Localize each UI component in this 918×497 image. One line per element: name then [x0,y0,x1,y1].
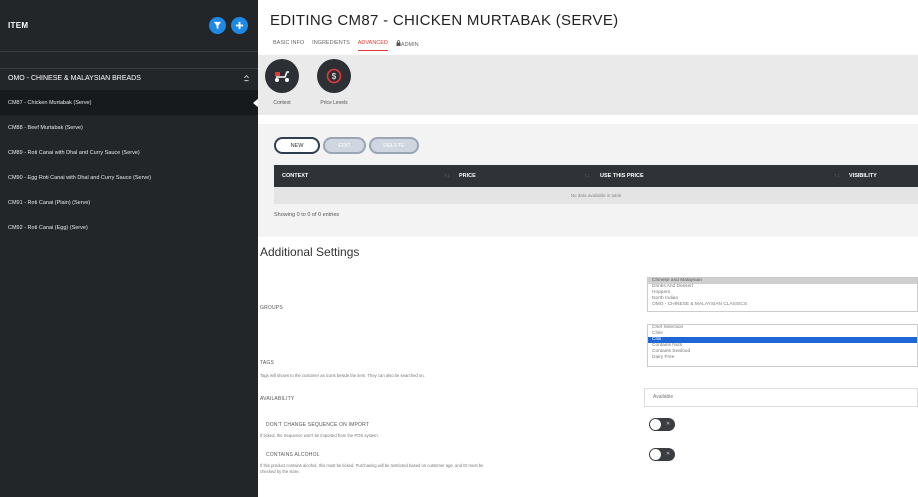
availability-select[interactable]: Available [644,388,918,407]
svg-text:$: $ [332,72,337,81]
context-button-label: Context [273,100,291,106]
sort-icon[interactable]: ↑↓ [584,173,590,179]
delete-button[interactable]: DELETE [369,137,419,154]
column-visibility[interactable]: VISIBILITY [849,173,877,179]
sidebar-group-header[interactable]: OMO - CHINESE & MALAYSIAN BREADS [0,68,258,88]
sidebar-item-label: CM87 - Chicken Murtabak (Serve) [8,99,92,106]
availability-label: AVAILABILITY [260,396,295,402]
sort-icon[interactable]: ↑↓ [444,173,450,179]
context-toolbar [258,55,918,115]
tab-basic-info[interactable]: BASIC INFO [273,40,304,51]
sequence-toggle[interactable]: ✕ [649,418,675,431]
sidebar-item-label: CM91 - Roti Canai (Plain) (Serve) [8,199,91,206]
tab-ingredients[interactable]: INGREDIENTS [312,40,350,51]
plus-icon [235,21,244,30]
sidebar-group-label: OMO - CHINESE & MALAYSIAN BREADS [8,75,141,82]
sidebar-item-cm92[interactable]: CM92 - Roti Canai (Egg) (Serve) [0,215,258,240]
toggle-knob [650,449,661,460]
sidebar-item-cm87[interactable]: CM87 - Chicken Murtabak (Serve) [0,90,259,115]
column-context[interactable]: CONTEXT [282,173,308,179]
scooter-icon [275,71,289,82]
sidebar-item-cm88[interactable]: CM88 - Beef Murtabak (Serve) [0,115,258,140]
price-levels-button[interactable]: $ Price Levels [316,59,352,106]
sidebar-title: ITEM [8,21,29,30]
alcohol-help-1: If this product contains alcohol, this m… [260,463,484,468]
filter-icon [213,21,222,30]
tab-bar: BASIC INFO INGREDIENTS ADVANCED ADMIN [273,40,419,51]
filter-button[interactable] [209,17,226,34]
tab-admin[interactable]: ADMIN [396,40,419,51]
context-button-circle [265,59,299,93]
sort-icon[interactable]: ↑↓ [834,173,840,179]
toggle-off-icon: ✕ [666,451,671,457]
sidebar-item-list: CM87 - Chicken Murtabak (Serve) CM88 - B… [0,90,259,240]
tags-option[interactable]: Dairy Free [648,355,917,361]
context-button[interactable]: Context [264,59,300,106]
sidebar-item-label: CM92 - Roti Canai (Egg) (Serve) [8,224,88,231]
sidebar-item-cm90[interactable]: CM90 - Egg Roti Canai with Dhal and Curr… [0,165,258,190]
sidebar-item-cm89[interactable]: CM89 - Roti Canai with Dhal and Curry Sa… [0,140,258,165]
table-header: CONTEXT ↑↓ PRICE ↑↓ USE THIS PRICE ↑↓ VI… [274,165,918,187]
sequence-label: DON'T CHANGE SEQUENCE ON IMPORT [266,422,370,428]
sequence-help: If ticked, the Sequence won't be importe… [260,433,379,438]
new-button[interactable]: NEW [274,137,320,154]
price-levels-button-circle: $ [317,59,351,93]
toggle-off-icon: ✕ [666,421,671,427]
sidebar: ITEM OMO - CHINESE & MALAYSIAN BREADS CM… [0,0,259,497]
add-item-button[interactable] [231,17,248,34]
groups-select[interactable]: Chinese and Malaysian Drinks And Dessert… [647,277,918,312]
tab-admin-label: ADMIN [400,42,419,48]
tags-help: Tags will shown to the customer as icons… [260,373,425,378]
column-use-this-price[interactable]: USE THIS PRICE [600,173,644,179]
table-info: Showing 0 to 0 of 0 entries [274,212,340,218]
sidebar-item-cm91[interactable]: CM91 - Roti Canai (Plain) (Serve) [0,190,258,215]
alcohol-help-2: checked by the store. [260,469,300,474]
column-price[interactable]: PRICE [459,173,476,179]
tab-advanced[interactable]: ADVANCED [357,40,388,51]
edit-button[interactable]: EDIT [323,137,366,154]
tags-select[interactable]: Chef Selection Chile Chili Contains Nuts… [647,324,918,367]
group-toggle-icon[interactable] [243,75,250,82]
tags-label: TAGS [260,360,275,366]
sidebar-header: ITEM [0,0,258,52]
sidebar-item-label: CM89 - Roti Canai with Dhal and Curry Sa… [8,149,140,156]
additional-settings-title: Additional Settings [260,245,360,259]
groups-option[interactable]: OMO - CHINESE & MALAYSIAN CLASSICS [648,302,917,308]
groups-label: GROUPS [260,305,283,311]
toggle-knob [650,419,661,430]
table-empty-row: No data available in table [274,187,918,204]
sidebar-item-label: CM88 - Beef Murtabak (Serve) [8,124,83,131]
page-title: EDITING CM87 - CHICKEN MURTABAK (SERVE) [270,12,619,29]
alcohol-toggle[interactable]: ✕ [649,448,675,461]
dollar-icon: $ [326,68,342,84]
alcohol-label: CONTAINS ALCOHOL [266,452,320,458]
price-levels-button-label: Price Levels [320,100,348,106]
sidebar-item-label: CM90 - Egg Roti Canai with Dhal and Curr… [8,174,152,181]
